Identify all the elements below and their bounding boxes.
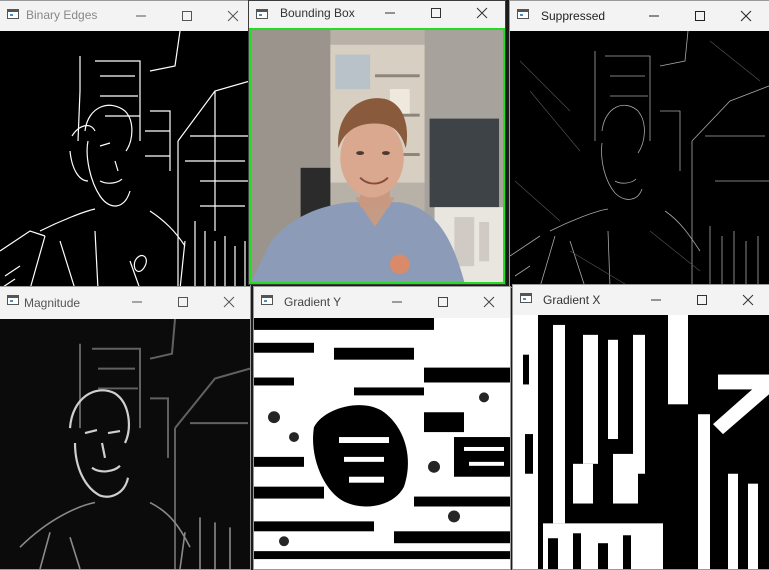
maximize-icon [697, 295, 707, 305]
camera-view-bounding-box [249, 28, 505, 284]
close-icon [476, 7, 488, 19]
titlebar[interactable]: Binary Edges [0, 1, 250, 31]
maximize-button[interactable] [677, 1, 723, 31]
app-icon [261, 295, 273, 305]
window-title: Magnitude [24, 296, 81, 310]
camera-view-suppressed [510, 31, 769, 287]
app-icon [256, 9, 268, 19]
close-icon [227, 10, 239, 22]
close-icon [742, 294, 754, 306]
app-icon [7, 9, 19, 19]
minimize-icon [136, 15, 146, 17]
minimize-button[interactable] [374, 287, 420, 317]
close-button[interactable] [210, 1, 250, 31]
app-icon [7, 295, 19, 305]
edge-image [0, 31, 250, 289]
maximize-button[interactable] [420, 287, 466, 317]
app-icon [520, 293, 532, 303]
magnitude-image [0, 319, 250, 569]
titlebar[interactable]: Bounding Box [249, 1, 505, 27]
window-gradient-y[interactable]: Gradient Y [253, 286, 511, 570]
window-title: Binary Edges [26, 8, 98, 22]
close-button[interactable] [459, 1, 505, 27]
minimize-button[interactable] [367, 1, 413, 27]
maximize-button[interactable] [160, 287, 206, 317]
maximize-icon [438, 297, 448, 307]
maximize-icon [431, 8, 441, 18]
minimize-icon [385, 12, 395, 14]
minimize-icon [132, 301, 142, 303]
close-button[interactable] [725, 285, 769, 315]
maximize-button[interactable] [679, 285, 725, 315]
maximize-icon [182, 11, 192, 21]
minimize-button[interactable] [633, 285, 679, 315]
titlebar[interactable]: Magnitude [0, 287, 250, 317]
window-gradient-x[interactable]: Gradient X [512, 284, 769, 570]
close-icon [740, 10, 752, 22]
suppressed-image [510, 31, 769, 287]
titlebar[interactable]: Gradient Y [254, 287, 510, 317]
window-magnitude[interactable]: Magnitude [0, 286, 251, 570]
camera-view-magnitude [0, 319, 250, 569]
minimize-button[interactable] [118, 1, 164, 31]
maximize-button[interactable] [413, 1, 459, 27]
gradient-x-image [513, 315, 769, 569]
minimize-icon [651, 299, 661, 301]
minimize-icon [649, 15, 659, 17]
camera-view-gradient-x [513, 315, 769, 569]
window-suppressed[interactable]: Suppressed [509, 0, 769, 288]
window-title: Bounding Box [280, 6, 355, 20]
camera-view-binary-edges [0, 31, 250, 289]
titlebar[interactable]: Gradient X [513, 285, 769, 315]
webcam-frame [251, 30, 503, 282]
minimize-button[interactable] [114, 287, 160, 317]
window-binary-edges[interactable]: Binary Edges [0, 0, 251, 290]
window-title: Gradient X [543, 293, 601, 307]
close-button[interactable] [466, 287, 510, 317]
close-button[interactable] [206, 287, 250, 317]
close-button[interactable] [723, 1, 769, 31]
close-icon [483, 296, 495, 308]
maximize-icon [178, 297, 188, 307]
minimize-icon [392, 301, 402, 303]
titlebar[interactable]: Suppressed [510, 1, 769, 31]
close-icon [223, 296, 235, 308]
maximize-icon [695, 11, 705, 21]
app-icon [517, 9, 529, 19]
gradient-y-image [254, 318, 510, 569]
window-bounding-box[interactable]: Bounding Box [248, 0, 506, 285]
camera-view-gradient-y [254, 318, 510, 569]
maximize-button[interactable] [164, 1, 210, 31]
minimize-button[interactable] [631, 1, 677, 31]
window-title: Gradient Y [284, 295, 342, 309]
window-title: Suppressed [541, 9, 606, 23]
